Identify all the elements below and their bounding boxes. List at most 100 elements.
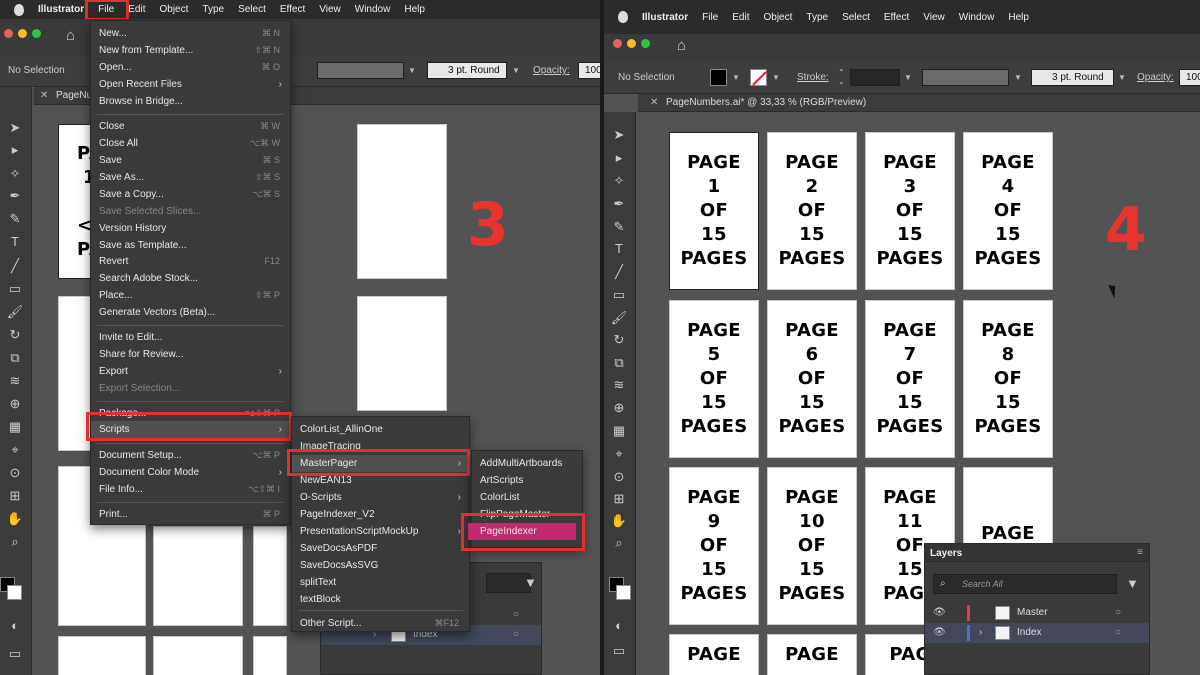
chevron-down-icon[interactable]: ▼	[512, 66, 520, 75]
menu-edit[interactable]: Edit	[128, 4, 145, 15]
file-menu-item[interactable]: Share for Review...	[91, 346, 290, 363]
visibility-eye-icon[interactable]: 👁	[933, 623, 946, 643]
blend-tool-icon[interactable]: ⊙	[609, 468, 629, 486]
opacity-field[interactable]: 100	[1179, 69, 1200, 86]
hand-tool-icon[interactable]: ✋	[609, 512, 629, 530]
script-menu-item[interactable]: ImageTracing	[292, 438, 469, 455]
rectangle-tool-icon[interactable]: ▭	[609, 286, 629, 304]
file-menu-item[interactable]: Print... ⌘ P	[91, 506, 290, 523]
file-menu-item[interactable]: Scripts ›	[91, 421, 290, 438]
file-menu-item[interactable]: Open Recent Files ›	[91, 76, 290, 93]
close-tab-icon[interactable]: ✕	[650, 97, 658, 108]
file-menu-item[interactable]: Place... ⇧⌘ P	[91, 287, 290, 304]
close-window-icon[interactable]	[4, 29, 13, 38]
script-menu-item[interactable]: NewEAN13	[292, 472, 469, 489]
type-tool-icon[interactable]: T	[5, 233, 25, 251]
masterpager-menu-item[interactable]: AddMultiArtboards	[472, 455, 582, 472]
stroke-weight-field[interactable]	[850, 69, 900, 86]
layers-search-field[interactable]: ⌕ Search All	[933, 574, 1117, 594]
fill-color-swatch[interactable]	[710, 69, 727, 86]
script-menu-item[interactable]: SaveDocsAsPDF	[292, 540, 469, 557]
gradient-tool-icon[interactable]: ▦	[5, 418, 25, 436]
close-window-icon[interactable]	[613, 39, 622, 48]
apple-icon[interactable]	[14, 3, 24, 16]
target-icon[interactable]: ○	[1115, 623, 1121, 643]
menu-file[interactable]: File	[702, 12, 718, 23]
minimize-window-icon[interactable]	[627, 39, 636, 48]
file-menu-item[interactable]: Browse in Bridge...	[91, 93, 290, 110]
hand-tool-icon[interactable]: ✋	[5, 510, 25, 528]
stroke-swatch[interactable]	[7, 585, 22, 600]
direct-selection-tool-icon[interactable]: ▸	[609, 149, 629, 167]
chevron-down-icon[interactable]: ▼	[1118, 73, 1126, 82]
zoom-tool-icon[interactable]: ⌕	[609, 534, 629, 552]
file-menu-item[interactable]: Version History	[91, 220, 290, 237]
line-tool-icon[interactable]: ╱	[609, 263, 629, 281]
selection-tool-icon[interactable]: ➤	[609, 126, 629, 144]
selection-tool-icon[interactable]: ➤	[5, 119, 25, 137]
pen-tool-icon[interactable]: ✒	[609, 195, 629, 213]
scale-tool-icon[interactable]: ⧉	[5, 349, 25, 367]
stroke-weight-field[interactable]	[317, 62, 404, 79]
layer-row-index[interactable]: 👁 › Index ○	[925, 623, 1149, 643]
close-tab-icon[interactable]: ✕	[40, 90, 48, 101]
masterpager-menu-item[interactable]: FlipPageMaster	[472, 506, 582, 523]
target-icon[interactable]: ○	[513, 605, 519, 625]
expand-arrow-icon[interactable]: ›	[979, 623, 982, 643]
target-icon[interactable]: ○	[1115, 603, 1121, 623]
menu-help[interactable]: Help	[1008, 12, 1029, 23]
chevron-down-icon[interactable]: ▼	[772, 73, 780, 82]
file-menu-item[interactable]: Save a Copy... ⌥⌘ S	[91, 186, 290, 203]
visibility-eye-icon[interactable]: 👁	[933, 603, 946, 623]
stroke-swatch[interactable]	[616, 585, 631, 600]
menu-object[interactable]: Object	[763, 12, 792, 23]
direct-selection-tool-icon[interactable]: ▸	[5, 141, 25, 159]
brush-definition[interactable]: 3 pt. Round	[427, 62, 507, 79]
document-tab-title[interactable]: PageNumbers.ai* @ 33,33 % (RGB/Preview)	[666, 97, 866, 108]
stroke-label[interactable]: Stroke:	[797, 72, 829, 83]
menu-view[interactable]: View	[319, 4, 341, 15]
file-menu-item[interactable]: New... ⌘ N	[91, 25, 290, 42]
script-menu-item[interactable]: splitText	[292, 574, 469, 591]
line-tool-icon[interactable]: ╱	[5, 257, 25, 275]
opacity-label[interactable]: Opacity:	[1137, 72, 1174, 83]
layer-name[interactable]: Master	[1017, 603, 1048, 623]
rotate-tool-icon[interactable]: ↻	[5, 326, 25, 344]
file-menu-item[interactable]: Revert F12	[91, 253, 290, 270]
gradient-tool-icon[interactable]: ▦	[609, 422, 629, 440]
file-menu-item[interactable]: File Info... ⌥⇧⌘ I	[91, 481, 290, 498]
file-menu-item[interactable]: Close All ⌥⌘ W	[91, 135, 290, 152]
file-menu-item[interactable]: Document Color Mode ›	[91, 464, 290, 481]
variable-width-field[interactable]	[922, 69, 1009, 86]
script-menu-item[interactable]: PageIndexer_V2	[292, 506, 469, 523]
rectangle-tool-icon[interactable]: ▭	[5, 280, 25, 298]
menu-select[interactable]: Select	[238, 4, 266, 15]
menu-type[interactable]: Type	[202, 4, 224, 15]
file-menu-item[interactable]: Generate Vectors (Beta)...	[91, 304, 290, 321]
layer-name[interactable]: Index	[1017, 623, 1041, 643]
menu-type[interactable]: Type	[806, 12, 828, 23]
file-menu-item[interactable]: Invite to Edit...	[91, 329, 290, 346]
menu-select[interactable]: Select	[842, 12, 870, 23]
pen-tool-icon[interactable]: ✒	[5, 187, 25, 205]
chevron-down-icon[interactable]: ▼	[408, 66, 416, 75]
drawing-mode-icon[interactable]: ◐	[609, 617, 629, 635]
shape-builder-icon[interactable]: ⊕	[609, 399, 629, 417]
menu-view[interactable]: View	[923, 12, 945, 23]
menu-window[interactable]: Window	[959, 12, 995, 23]
file-menu-item[interactable]: Open... ⌘ O	[91, 59, 290, 76]
menu-effect[interactable]: Effect	[884, 12, 909, 23]
menu-help[interactable]: Help	[404, 4, 425, 15]
zoom-tool-icon[interactable]: ⌕	[5, 533, 25, 551]
brush-definition[interactable]: 3 pt. Round	[1031, 69, 1114, 86]
warp-tool-icon[interactable]: ≋	[609, 376, 629, 394]
file-menu-item[interactable]: New from Template... ⇧⌘ N	[91, 42, 290, 59]
home-icon[interactable]: ⌂	[66, 28, 82, 43]
file-menu-item[interactable]: Save Selected Slices...	[91, 203, 290, 220]
layer-row-master[interactable]: 👁 Master ○	[925, 603, 1149, 623]
scale-tool-icon[interactable]: ⧉	[609, 354, 629, 372]
filter-icon[interactable]: ▼	[524, 575, 537, 590]
chevron-down-icon[interactable]: ▼	[904, 73, 912, 82]
artboard-tool-icon[interactable]: ⊞	[609, 490, 629, 508]
file-menu-item[interactable]: Package... ⌥⇧⌘ P	[91, 405, 290, 422]
